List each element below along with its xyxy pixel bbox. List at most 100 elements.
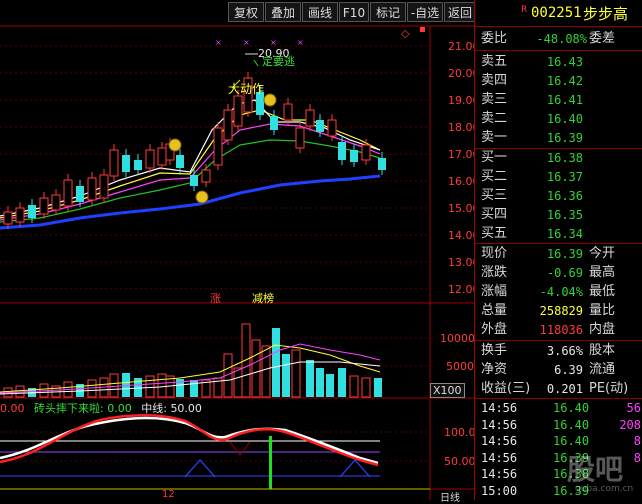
tick-time: 14:56: [481, 467, 518, 481]
stock-name: 步步高: [583, 5, 629, 23]
stock-code: 002251: [531, 5, 582, 21]
weibi-row: 委比 -48.08% 委差: [475, 29, 642, 49]
tick-volume: 8: [633, 450, 641, 465]
candlestick: [157, 147, 167, 166]
stat2-row: 换手 3.66% 股本: [475, 341, 642, 361]
stat2-row-label2: 流通: [589, 362, 616, 377]
candlestick: [51, 194, 61, 211]
svg-text:×: ×: [215, 38, 222, 47]
big-move-label: 大动作: [228, 82, 265, 96]
bid-row: 买五 16.34: [475, 224, 642, 244]
volume-bar: [282, 354, 290, 397]
volume-bar: [157, 373, 167, 398]
legend-mid-value: 50.00: [170, 402, 202, 415]
candlestick: [63, 179, 73, 207]
tick-time: 14:56: [481, 450, 518, 465]
stat2-row-label2: 股本: [589, 343, 616, 358]
indicator-red-curve: [0, 414, 379, 467]
period-label[interactable]: 日线: [440, 489, 460, 504]
bid-row-value: 16.36: [546, 189, 583, 203]
candlestick: [109, 149, 119, 177]
weibi-label: 委比: [481, 31, 508, 46]
kline-chart-svg: × × × ×: [0, 25, 474, 500]
candlestick: [145, 149, 155, 169]
candlestick: [39, 197, 49, 215]
kline-chart[interactable]: × × × × 20.90 定要逃 大动作 涨 减榜 21.00 20.00 19.…: [0, 0, 480, 504]
tick-price: 16.40: [553, 417, 590, 432]
volume-axis-label: 5000: [446, 360, 474, 373]
tick-time: 14:56: [481, 417, 518, 432]
volume-bar: [272, 328, 280, 397]
square-marker-icon: [420, 27, 425, 32]
svg-text:×: ×: [243, 38, 250, 47]
ask-row-value: 16.43: [546, 55, 583, 69]
stat2-row-value: 0.201: [546, 382, 583, 396]
stat-row-label2: 最低: [589, 284, 616, 299]
watermark-logo: 股吧: [567, 453, 624, 486]
candlestick: [99, 174, 109, 199]
bottom-date-label: 12: [162, 489, 175, 500]
volume-bar: [251, 339, 261, 398]
diamond-marker-icon: ◇: [401, 27, 410, 40]
volume-bar: [349, 375, 359, 398]
coin-icon: [263, 93, 277, 107]
stat-row-label2: 量比: [589, 303, 616, 318]
candlestick: [87, 177, 97, 201]
bid-row-value: 16.35: [546, 208, 583, 222]
volume-bar: [306, 360, 314, 397]
bar-label-list: 减榜: [252, 292, 274, 305]
candlestick: [233, 95, 243, 127]
volume-bar: [109, 373, 119, 398]
ask-row: 卖四 16.42: [475, 71, 642, 91]
volume-bar: [261, 345, 271, 398]
tick-row: 14:56 16.40 208: [475, 417, 642, 434]
stat-row-value: -4.04%: [539, 285, 583, 299]
remove-watchlist-button[interactable]: -自选: [407, 2, 443, 22]
volume-bar: [374, 378, 382, 397]
indicator-axis-label: 100.0: [444, 426, 476, 439]
f10-button[interactable]: F10: [339, 2, 369, 22]
candlestick: [76, 186, 84, 202]
stat2-row-value: 6.39: [554, 363, 583, 377]
bid-row: 买四 16.35: [475, 205, 642, 225]
stat2-row-label2: PE(动): [589, 381, 629, 396]
legend-mid-label: 中线:: [141, 402, 167, 415]
coin-icon: [168, 138, 182, 152]
stat-row-value: 118036: [539, 323, 583, 337]
stat2-row: 净资 6.39 流通: [475, 360, 642, 380]
stat-row: 涨幅 -4.04% 最低: [475, 282, 642, 302]
candlestick: [338, 142, 346, 160]
ask-row-value: 16.41: [546, 93, 583, 107]
tick-row: 14:56 16.40 56: [475, 400, 642, 417]
draw-line-button[interactable]: 画线: [302, 2, 338, 22]
ask-row: 卖三 16.41: [475, 90, 642, 110]
ask-row: 卖一 16.39: [475, 128, 642, 148]
ask-row-value: 16.39: [546, 131, 583, 145]
stat-row-value: 258829: [539, 304, 583, 318]
candlestick: [3, 211, 13, 225]
stat-row: 总量 258829 量比: [475, 301, 642, 321]
stat2-row-value: 3.66%: [546, 344, 583, 358]
candlestick: [190, 175, 198, 186]
ask-row: 卖五 16.43: [475, 52, 642, 72]
candlestick: [270, 116, 278, 130]
back-button[interactable]: 返回: [444, 2, 476, 22]
stat2-row: 收益(三) 0.201 PE(动): [475, 379, 642, 399]
tick-time: 14:56: [481, 434, 518, 448]
candlestick: [201, 169, 211, 183]
svg-text:×: ×: [270, 38, 277, 47]
bid-row-value: 16.38: [546, 151, 583, 165]
quote-panel: R 002251 步步高 委比 -48.08% 委差 卖五 16.43 卖四 16.4…: [474, 0, 642, 500]
candlestick: [176, 155, 184, 168]
stat-row-value: 16.39: [546, 247, 583, 261]
candlestick: [378, 158, 386, 170]
candlestick: [350, 150, 358, 162]
candlestick: [361, 144, 371, 161]
bid-row: 买一 16.38: [475, 148, 642, 168]
overlay-button[interactable]: 叠加: [265, 2, 301, 22]
volume-bar: [361, 377, 371, 398]
mark-button[interactable]: 标记: [370, 2, 406, 22]
legend-item0-value: 0.00: [0, 402, 25, 415]
restore-rights-button[interactable]: 复权: [228, 2, 264, 22]
weibi-value: -48.08%: [536, 32, 587, 46]
